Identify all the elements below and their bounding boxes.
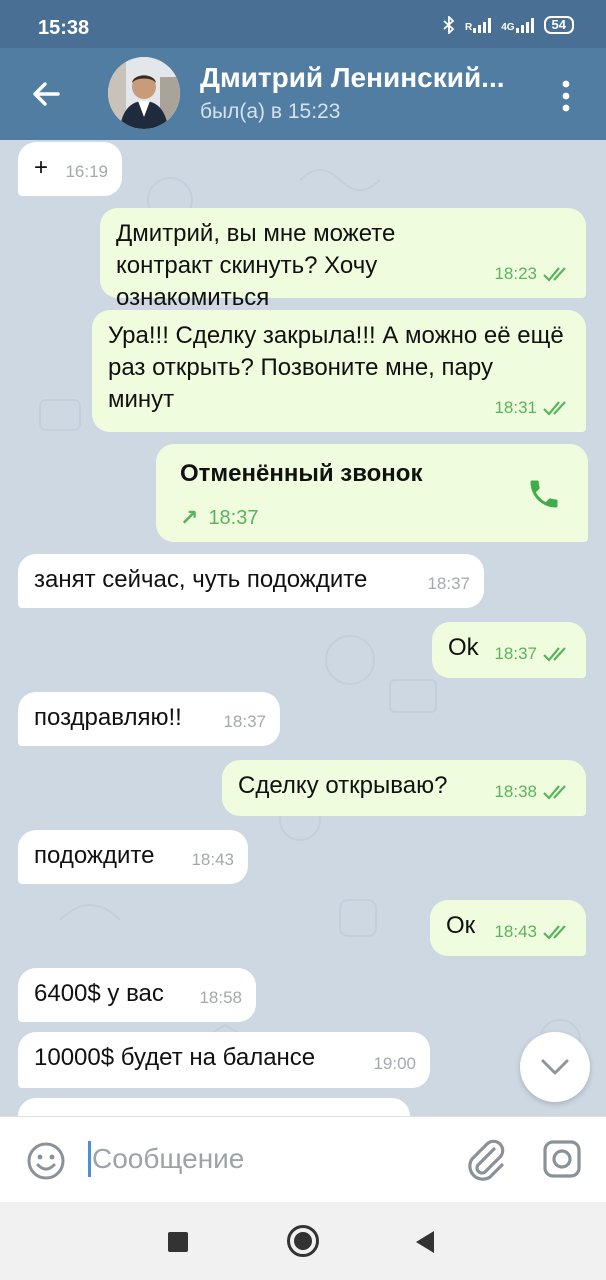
attach-icon[interactable] bbox=[464, 1137, 506, 1183]
message-incoming-partial[interactable] bbox=[18, 1098, 410, 1116]
double-check-icon bbox=[543, 401, 566, 416]
message-input[interactable]: Сообщение bbox=[92, 1143, 244, 1175]
message-incoming[interactable]: занят сейчас, чуть подождите 18:37 bbox=[18, 554, 484, 608]
message-time: 18:37 bbox=[427, 574, 470, 593]
message-incoming[interactable]: подождите 18:43 bbox=[18, 830, 248, 884]
message-time: 18:37 bbox=[208, 507, 259, 529]
double-check-icon bbox=[543, 785, 566, 800]
network-label-1: R bbox=[464, 22, 473, 33]
recent-apps-icon[interactable] bbox=[168, 1232, 188, 1252]
double-check-icon bbox=[543, 647, 566, 662]
nav-back-icon[interactable] bbox=[416, 1231, 434, 1253]
message-outgoing[interactable]: Ок 18:43 bbox=[430, 900, 586, 956]
system-nav-bar bbox=[0, 1202, 606, 1280]
message-time: 18:43 bbox=[494, 922, 537, 941]
last-seen-status: был(а) в 15:23 bbox=[200, 100, 341, 123]
message-text: поздравляю!! bbox=[34, 704, 182, 731]
message-text: подождите bbox=[34, 842, 155, 869]
signal-1-icon: R bbox=[464, 17, 492, 33]
signal-2-icon: 4G bbox=[501, 17, 534, 33]
bluetooth-icon bbox=[443, 16, 455, 34]
message-text: + bbox=[34, 154, 49, 181]
message-time: 18:37 bbox=[223, 712, 266, 731]
message-text: 6400$ у вас bbox=[34, 980, 164, 1007]
camera-icon[interactable] bbox=[542, 1139, 582, 1179]
chat-header: Дмитрий Ленинский... был(а) в 15:23 bbox=[0, 48, 606, 140]
scroll-down-button[interactable] bbox=[520, 1032, 590, 1102]
emoji-icon[interactable] bbox=[26, 1141, 66, 1181]
contact-name[interactable]: Дмитрий Ленинский... bbox=[200, 62, 530, 94]
chat-area[interactable]: + 16:19 Дмитрий, вы мне можете контракт … bbox=[0, 140, 606, 1116]
message-incoming[interactable]: + 16:19 bbox=[18, 142, 122, 196]
message-outgoing[interactable]: Ура!!! Сделку закрыла!!! А можно её ещё … bbox=[92, 310, 586, 432]
network-label-2: 4G bbox=[501, 22, 515, 33]
message-time: 16:19 bbox=[65, 162, 108, 181]
avatar-photo bbox=[108, 57, 180, 129]
message-incoming[interactable]: 10000$ будет на балансе 19:00 bbox=[18, 1032, 430, 1088]
message-text: Ok bbox=[448, 634, 479, 661]
message-text: Дмитрий, вы мне можете контракт скинуть?… bbox=[116, 220, 396, 311]
status-icons: R 4G 54 bbox=[443, 16, 574, 34]
message-text: Сделку открываю? bbox=[238, 772, 448, 799]
home-icon[interactable] bbox=[287, 1225, 319, 1257]
message-time: 18:23 bbox=[494, 264, 537, 283]
message-call[interactable]: Отменённый звонок ↗ 18:37 bbox=[156, 444, 588, 542]
message-time: 18:37 bbox=[494, 644, 537, 663]
message-outgoing[interactable]: Сделку открываю? 18:38 bbox=[222, 760, 586, 816]
message-outgoing[interactable]: Дмитрий, вы мне можете контракт скинуть?… bbox=[100, 208, 586, 311]
call-title: Отменённый звонок bbox=[180, 460, 423, 487]
battery-icon: 54 bbox=[543, 16, 574, 34]
message-text: 10000$ будет на балансе bbox=[34, 1044, 316, 1071]
chevron-down-icon bbox=[541, 1059, 569, 1075]
double-check-icon bbox=[543, 267, 566, 282]
message-time: 18:58 bbox=[199, 988, 242, 1007]
avatar[interactable] bbox=[108, 57, 180, 129]
outgoing-call-arrow-icon: ↗ bbox=[180, 505, 199, 530]
message-incoming[interactable]: 6400$ у вас 18:58 bbox=[18, 968, 256, 1022]
double-check-icon bbox=[543, 925, 566, 940]
text-cursor bbox=[88, 1141, 91, 1177]
status-time: 15:38 bbox=[38, 17, 90, 39]
message-time: 18:38 bbox=[494, 782, 537, 801]
status-bar: 15:38 R 4G 54 bbox=[0, 0, 606, 48]
message-text: занят сейчас, чуть подождите bbox=[34, 566, 368, 593]
message-time: 18:31 bbox=[494, 398, 537, 417]
message-time: 18:43 bbox=[191, 850, 234, 869]
back-arrow-icon[interactable] bbox=[28, 76, 64, 112]
message-incoming[interactable]: поздравляю!! 18:37 bbox=[18, 692, 280, 746]
phone-icon[interactable] bbox=[526, 476, 562, 512]
message-outgoing[interactable]: Ok 18:37 bbox=[432, 622, 586, 678]
message-time: 19:00 bbox=[373, 1054, 416, 1073]
message-input-bar: Сообщение bbox=[0, 1116, 606, 1202]
message-text: Ок bbox=[446, 912, 476, 939]
more-menu-icon[interactable] bbox=[556, 78, 576, 114]
